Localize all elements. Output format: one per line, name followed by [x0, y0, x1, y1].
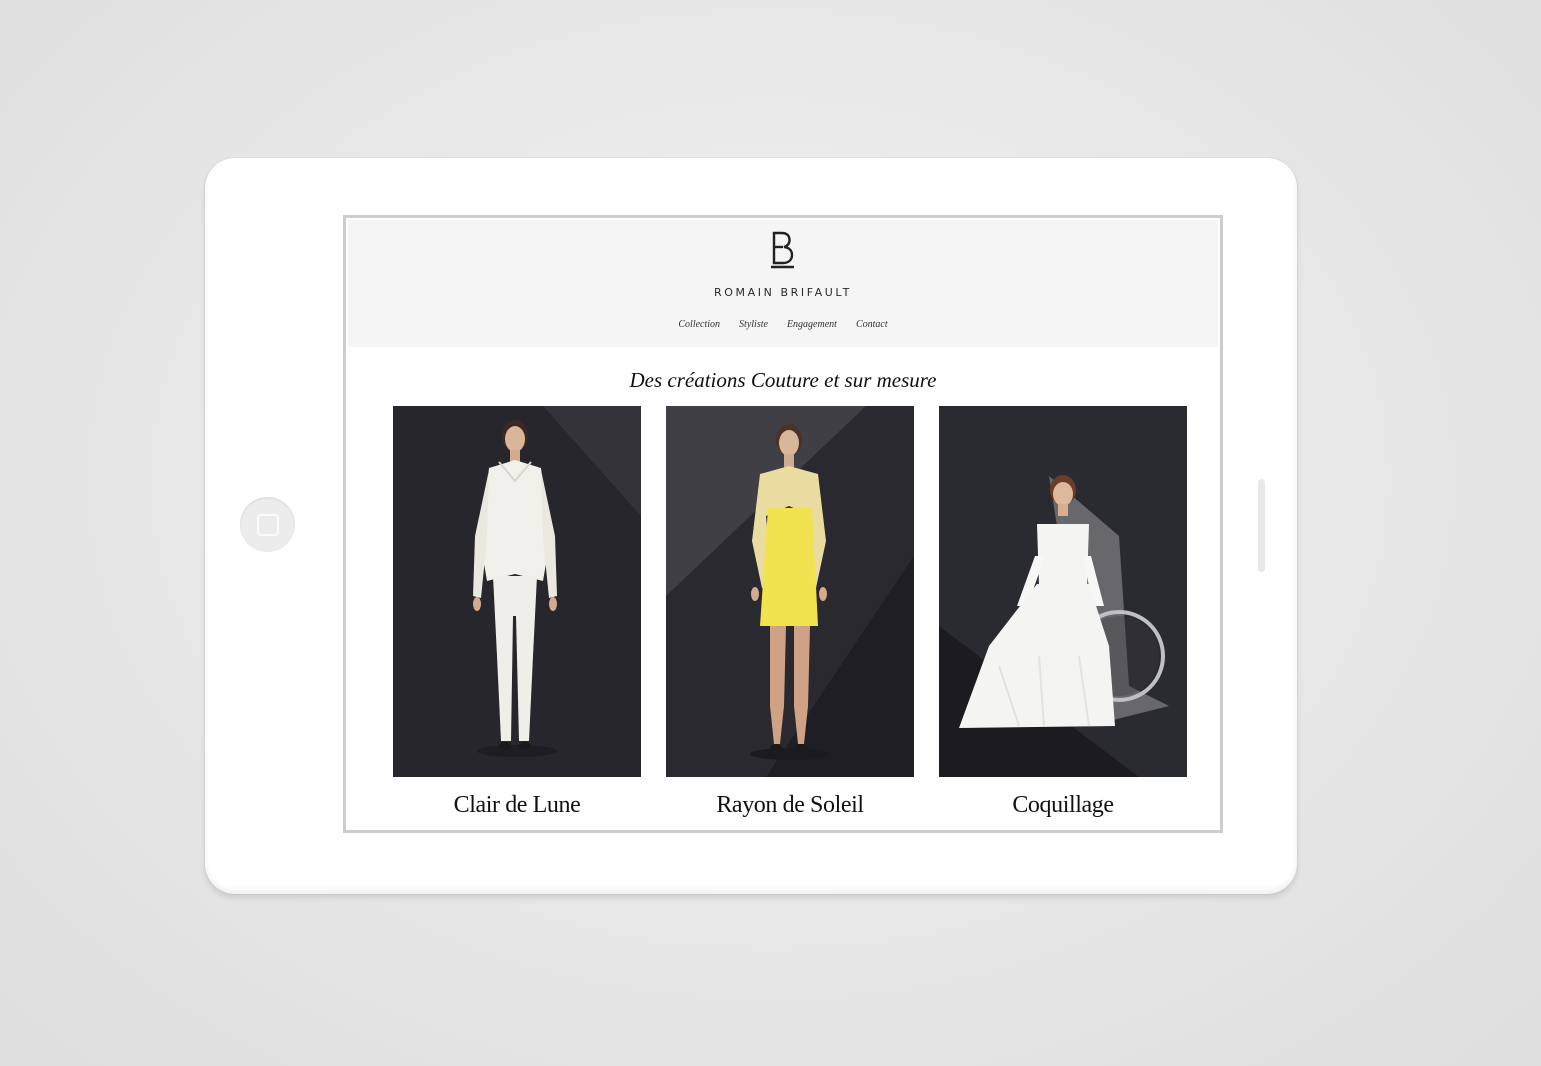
nav-collection[interactable]: Collection	[678, 319, 720, 330]
card-title[interactable]: Rayon de Soleil	[666, 792, 914, 819]
logo-b-icon	[771, 231, 794, 269]
home-square-icon	[256, 513, 279, 536]
photo-coquillage[interactable]	[939, 406, 1187, 777]
site-header: ROMAIN BRIFAULT Collection Styliste Enga…	[348, 220, 1218, 347]
card-title[interactable]: Coquillage	[939, 792, 1187, 819]
nav-engagement[interactable]: Engagement	[787, 319, 837, 330]
browser-screen: ROMAIN BRIFAULT Collection Styliste Enga…	[343, 215, 1223, 833]
side-slot	[1258, 479, 1265, 572]
collection-card-clair-de-lune[interactable]: Clair de Lune	[393, 406, 641, 819]
brand-name: ROMAIN BRIFAULT	[714, 286, 852, 299]
card-title[interactable]: Clair de Lune	[393, 792, 641, 819]
tablet-device: ROMAIN BRIFAULT Collection Styliste Enga…	[205, 158, 1297, 894]
logo[interactable]	[348, 230, 1218, 270]
collection-grid: Clair de Lune Rayon de Soleil Coquillage	[393, 406, 1187, 819]
model-yellow-dress-image	[666, 406, 914, 777]
nav-styliste[interactable]: Styliste	[739, 319, 768, 330]
tagline: Des créations Couture et sur mesure	[629, 368, 937, 392]
photo-clair-de-lune[interactable]	[393, 406, 641, 777]
model-white-suit-image	[393, 406, 641, 777]
model-wedding-dress-image	[939, 406, 1187, 777]
main-nav: Collection Styliste Engagement Contact	[348, 319, 1218, 330]
photo-rayon-de-soleil[interactable]	[666, 406, 914, 777]
nav-contact[interactable]: Contact	[856, 319, 888, 330]
home-button[interactable]	[240, 497, 295, 552]
collection-card-coquillage[interactable]: Coquillage	[939, 406, 1187, 819]
collection-card-rayon-de-soleil[interactable]: Rayon de Soleil	[666, 406, 914, 819]
